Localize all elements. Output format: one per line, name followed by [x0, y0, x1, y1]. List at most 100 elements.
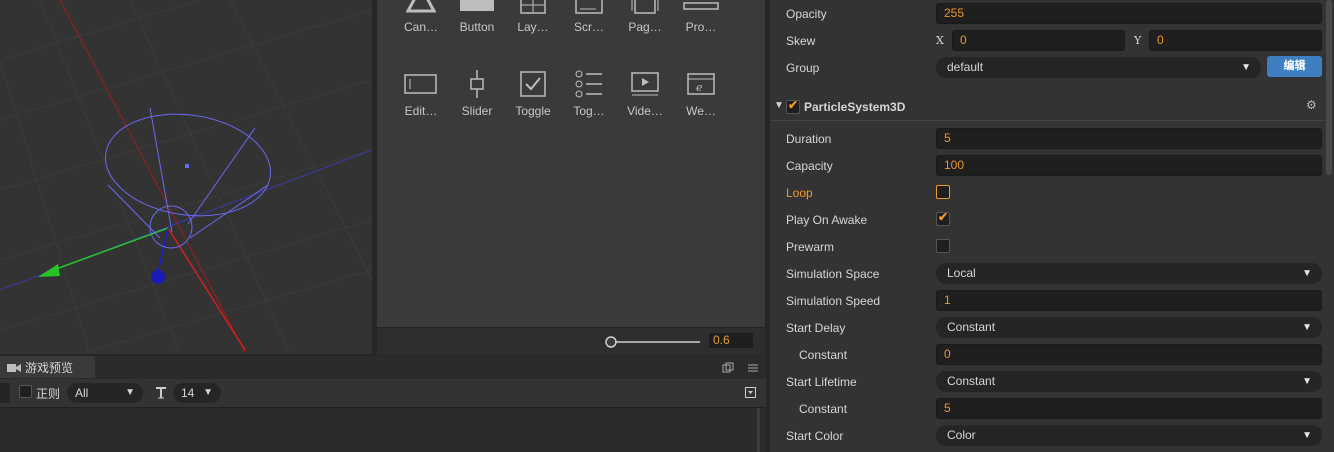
log-filter-select[interactable]: All ▼: [67, 383, 143, 403]
widget-label: Slider: [461, 104, 493, 118]
font-size-select[interactable]: 14 ▼: [173, 383, 221, 403]
row-skew: Skew X 0 Y 0: [770, 27, 1326, 54]
gizmo-blue-handle: [151, 270, 165, 284]
widget-slider[interactable]: Slider: [449, 64, 505, 118]
widget-videoplayer[interactable]: Vide…: [617, 64, 673, 118]
widget-progressbar[interactable]: Pro…: [673, 0, 729, 34]
togglegroup-icon: [561, 64, 617, 104]
preview-divider: [757, 408, 760, 452]
widget-label: Vide…: [627, 104, 663, 118]
play-on-awake-checkbox[interactable]: ✔: [936, 210, 950, 226]
start-lifetime-select[interactable]: Constant ▼: [936, 371, 1322, 392]
zoom-bar: 0.6: [377, 327, 765, 355]
widget-editbox[interactable]: Edit…: [393, 64, 449, 118]
game-preview-panel: 游戏预览 正则 All ▼ 14 ▼: [0, 356, 766, 452]
start-lifetime-constant-label: Constant: [799, 402, 848, 416]
preview-toolbar: 正则 All ▼ 14 ▼: [0, 378, 766, 408]
start-color-label: Start Color: [786, 429, 844, 443]
inspector-scrollbar[interactable]: [1326, 0, 1332, 175]
start-lifetime-constant-input[interactable]: 5: [936, 398, 1322, 419]
capacity-input[interactable]: 100: [936, 155, 1322, 176]
svg-text:e: e: [696, 81, 703, 94]
collapse-icon[interactable]: [745, 387, 757, 399]
preview-tab-label: 游戏预览: [25, 361, 74, 375]
group-label: Group: [786, 61, 820, 75]
zoom-slider[interactable]: [604, 332, 704, 352]
row-start-lifetime: Start Lifetime Constant ▼: [770, 368, 1326, 395]
widget-label: Edit…: [404, 104, 438, 118]
webview-icon: e: [673, 64, 729, 104]
component-enabled-checkbox[interactable]: ✔: [786, 98, 800, 114]
row-play-on-awake: Play On Awake ✔: [770, 206, 1326, 233]
component-header[interactable]: ▼ ✔ ParticleSystem3D ⚙: [770, 92, 1326, 121]
row-start-color: Start Color Color ▼: [770, 422, 1326, 449]
skew-y-label: Y: [1134, 34, 1142, 47]
widget-scrollview[interactable]: Scr…: [561, 0, 617, 34]
canvas-icon: [393, 0, 449, 20]
scene-view[interactable]: [0, 0, 372, 354]
chevron-down-icon: ▼: [1302, 376, 1312, 387]
gear-icon[interactable]: ⚙: [1306, 98, 1317, 112]
opacity-label: Opacity: [786, 7, 827, 21]
start-color-value: Color: [947, 428, 976, 442]
start-lifetime-value: Constant: [947, 374, 996, 388]
chevron-down-icon: ▼: [1302, 430, 1312, 441]
group-value: default: [947, 60, 984, 74]
prewarm-label: Prewarm: [786, 240, 835, 254]
videoplayer-icon: [617, 64, 673, 104]
row-start-lifetime-constant: Constant 5: [770, 395, 1326, 422]
widget-button[interactable]: Button: [449, 0, 505, 34]
widget-webview[interactable]: e We…: [673, 64, 729, 118]
widget-layout[interactable]: Lay…: [505, 0, 561, 34]
widget-label: Scr…: [574, 20, 604, 34]
row-start-delay-constant: Constant 0: [770, 341, 1326, 368]
widget-toggle[interactable]: Toggle: [505, 64, 561, 118]
regex-label: 正则: [36, 387, 61, 401]
group-select[interactable]: default ▼: [936, 57, 1261, 78]
start-delay-constant-input[interactable]: 0: [936, 344, 1322, 365]
layout-icon: [505, 0, 561, 20]
camera-icon: [7, 364, 21, 372]
zoom-value-input[interactable]: 0.6: [709, 333, 753, 348]
font-size-value: 14: [181, 386, 195, 400]
simulation-space-select[interactable]: Local ▼: [936, 263, 1322, 284]
opacity-input[interactable]: 255: [936, 3, 1322, 24]
tab-game-preview[interactable]: 游戏预览: [0, 356, 95, 378]
widget-label: Button: [459, 20, 495, 34]
start-delay-select[interactable]: Constant ▼: [936, 317, 1322, 338]
zoom-slider-handle: [605, 336, 617, 348]
widget-pageview[interactable]: Pag…: [617, 0, 673, 34]
widget-label: Tog…: [573, 104, 605, 118]
edit-group-button[interactable]: 编辑: [1267, 56, 1322, 77]
progressbar-icon: [673, 0, 729, 20]
regex-checkbox[interactable]: [19, 385, 32, 398]
skew-y-input[interactable]: 0: [1149, 30, 1322, 51]
menu-icon[interactable]: [747, 362, 759, 374]
widget-canvas[interactable]: Can…: [393, 0, 449, 34]
check-icon: ✔: [938, 210, 949, 224]
gizmo-blue-axis: [157, 227, 169, 273]
row-start-delay: Start Delay Constant ▼: [770, 314, 1326, 341]
widget-togglegroup[interactable]: Tog…: [561, 64, 617, 118]
simulation-speed-input[interactable]: 1: [936, 290, 1322, 311]
skew-x-input[interactable]: 0: [952, 30, 1125, 51]
scene-canvas[interactable]: [0, 0, 372, 354]
toolbar-left-button[interactable]: [0, 383, 10, 403]
log-filter-value: All: [75, 386, 89, 400]
inspector-panel: Opacity 255 Skew X 0 Y 0 Group default ▼…: [770, 0, 1334, 452]
gizmo-green-arrow: [38, 264, 60, 277]
row-opacity: Opacity 255: [770, 0, 1326, 27]
start-color-select[interactable]: Color ▼: [936, 425, 1322, 446]
prewarm-checkbox[interactable]: [936, 239, 950, 253]
maximize-icon[interactable]: [722, 362, 734, 374]
gizmo-green-axis: [47, 227, 169, 273]
chevron-down-icon: ▼: [125, 387, 135, 398]
loop-checkbox[interactable]: [936, 185, 950, 199]
skew-x-label: X: [936, 34, 944, 47]
chevron-down-icon: ▼: [1241, 62, 1251, 73]
start-delay-label: Start Delay: [786, 321, 846, 335]
button-icon: [449, 0, 505, 20]
widget-label: Can…: [403, 20, 438, 34]
duration-input[interactable]: 5: [936, 128, 1322, 149]
collapse-arrow-icon[interactable]: ▼: [774, 100, 784, 111]
